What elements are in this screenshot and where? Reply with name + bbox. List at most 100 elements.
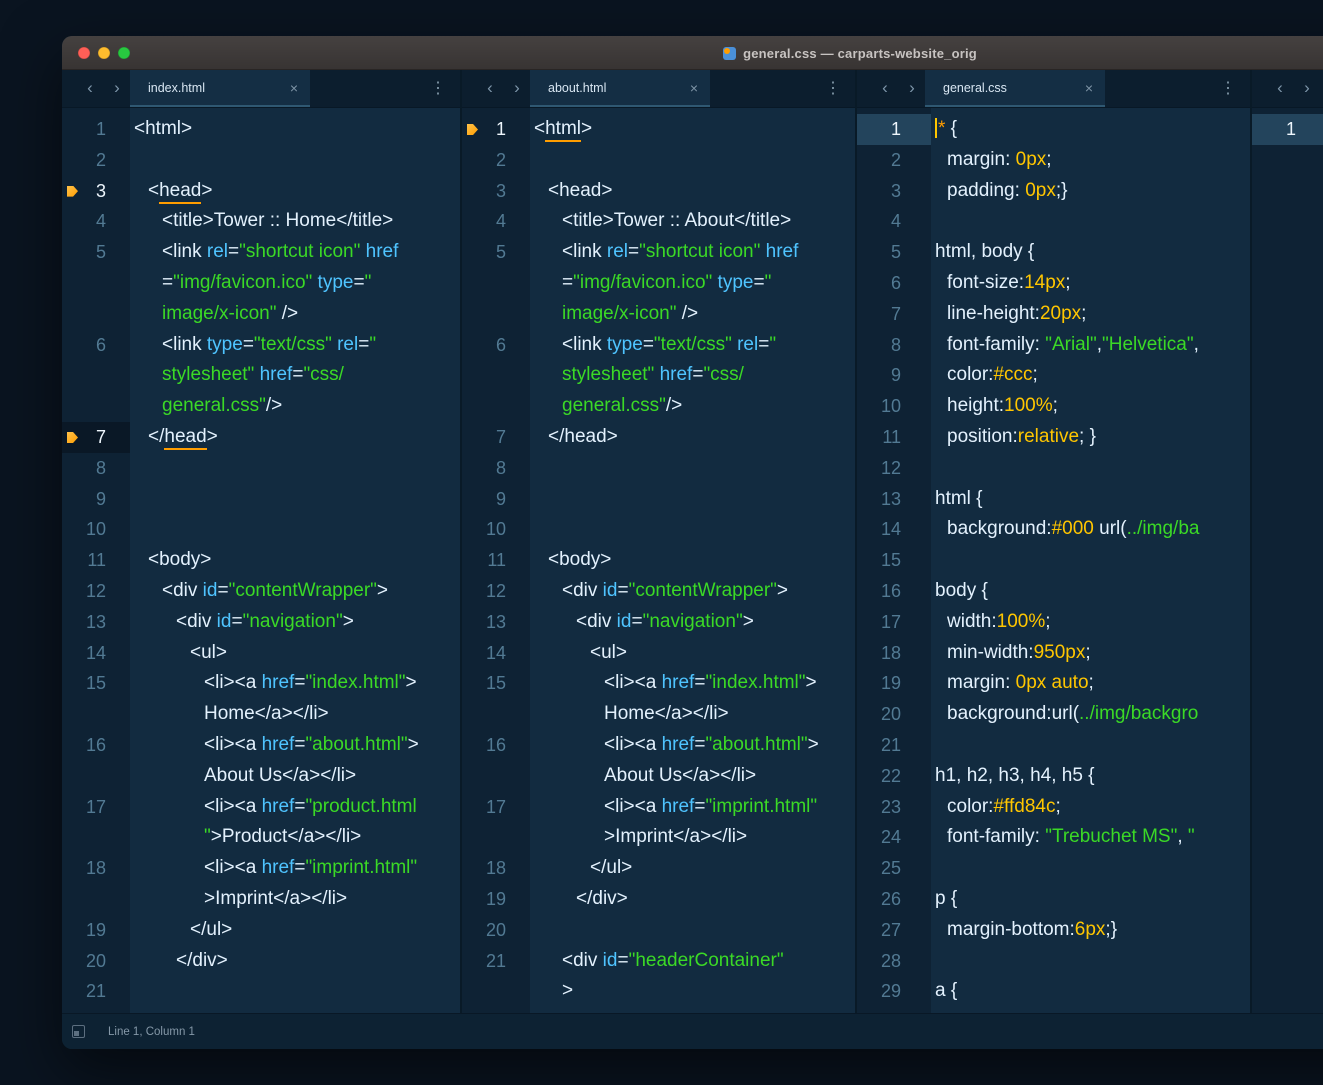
code-text[interactable]: * { <box>931 114 1250 145</box>
tab-close-icon[interactable]: × <box>684 80 698 96</box>
line-number[interactable]: 15 <box>86 668 106 730</box>
code-row[interactable]: <body> <box>148 545 460 576</box>
code-text[interactable]: <title>Tower :: About</title> <box>530 206 855 237</box>
code-row[interactable]: ="img/favicon.ico" type=" <box>162 268 460 299</box>
gutter-cell[interactable]: 12 <box>62 576 130 607</box>
titlebar[interactable]: general.css — carparts-website_orig <box>62 36 1323 70</box>
gutter-cell[interactable]: 15 <box>462 668 530 730</box>
gutter-cell[interactable]: 10 <box>62 514 130 545</box>
code-row[interactable]: <link type="text/css" rel=" <box>562 330 855 361</box>
gutter-cell[interactable]: 1 <box>62 114 130 145</box>
gutter-cell[interactable]: 27 <box>857 915 931 946</box>
code-row[interactable]: color:#ccc; <box>947 360 1250 391</box>
gutter-cell[interactable]: 3 <box>857 176 931 207</box>
code-text[interactable] <box>530 484 855 515</box>
code-row[interactable] <box>935 206 1250 237</box>
gutter-cell[interactable]: 2 <box>462 145 530 176</box>
gutter-cell[interactable]: 21 <box>462 946 530 1008</box>
code-text[interactable]: <li><a href="imprint.html">Imprint</a></… <box>130 853 460 915</box>
line-number[interactable]: 19 <box>881 668 901 699</box>
panel-toggle-icon[interactable] <box>72 1025 85 1038</box>
code-text[interactable] <box>530 453 855 484</box>
line-number[interactable]: 11 <box>487 545 506 576</box>
line-number[interactable]: 6 <box>891 268 901 299</box>
gutter-cell[interactable]: 28 <box>857 946 931 977</box>
code-row[interactable]: </head> <box>148 422 460 453</box>
code-row[interactable]: margin-bottom:6px;} <box>947 915 1250 946</box>
line-number[interactable]: 19 <box>86 915 106 946</box>
code-row[interactable]: stylesheet" href="css/ <box>162 360 460 391</box>
code-row[interactable] <box>534 915 855 946</box>
code-text[interactable]: <link rel="shortcut icon" href="img/favi… <box>130 237 460 329</box>
line-number[interactable]: 6 <box>496 330 506 422</box>
gutter-cell[interactable]: 21 <box>62 976 130 1007</box>
gutter-cell[interactable]: 13 <box>62 607 130 638</box>
code-row[interactable]: <li><a href="about.html"> <box>604 730 855 761</box>
gutter-cell[interactable]: 19 <box>62 915 130 946</box>
gutter-cell[interactable]: 17 <box>857 607 931 638</box>
code-row[interactable]: width:100%; <box>947 607 1250 638</box>
line-number[interactable]: 14 <box>881 514 901 545</box>
gutter-cell[interactable]: 16 <box>62 730 130 792</box>
gutter-cell[interactable]: 5 <box>857 237 931 268</box>
gutter-cell[interactable]: 13 <box>462 607 530 638</box>
code-row[interactable] <box>935 853 1250 884</box>
line-number[interactable]: 29 <box>881 976 901 1007</box>
pane-menu-icon[interactable]: ⋮ <box>825 70 841 107</box>
gutter-cell[interactable]: 15 <box>62 668 130 730</box>
line-number[interactable]: 9 <box>891 360 901 391</box>
code-row[interactable]: >Imprint</a></li> <box>204 884 460 915</box>
code-row[interactable]: > <box>562 976 855 1007</box>
line-number[interactable]: 18 <box>86 853 106 915</box>
line-number[interactable]: 12 <box>86 576 106 607</box>
code-row[interactable]: </div> <box>176 946 460 977</box>
code-text[interactable]: min-width:950px; <box>931 638 1250 669</box>
code-row[interactable] <box>935 730 1250 761</box>
gutter-cell[interactable]: 18 <box>62 853 130 915</box>
gutter-cell[interactable]: 5 <box>62 237 130 329</box>
code-row[interactable]: ="img/favicon.ico" type=" <box>562 268 855 299</box>
code-text[interactable] <box>530 915 855 946</box>
tab-close-icon[interactable]: × <box>1079 80 1093 96</box>
code-text[interactable] <box>931 853 1250 884</box>
code-text[interactable]: <head> <box>130 176 460 207</box>
line-number[interactable]: 8 <box>496 453 506 484</box>
code-row[interactable]: height:100%; <box>947 391 1250 422</box>
editor-pane[interactable]: 1 <box>1252 108 1323 1013</box>
line-number[interactable]: 27 <box>881 915 901 946</box>
code-text[interactable]: </ul> <box>130 915 460 946</box>
gutter-cell[interactable]: 7 <box>462 422 530 453</box>
line-number[interactable]: 17 <box>86 792 106 854</box>
line-number[interactable]: 24 <box>881 822 901 853</box>
gutter-cell[interactable]: 5 <box>462 237 530 329</box>
line-number[interactable]: 7 <box>96 422 106 453</box>
line-number[interactable]: 3 <box>96 176 106 207</box>
line-number[interactable]: 2 <box>891 145 901 176</box>
line-number[interactable]: 16 <box>486 730 506 792</box>
line-number[interactable]: 4 <box>496 206 506 237</box>
code-row[interactable] <box>935 545 1250 576</box>
code-row[interactable]: html { <box>935 484 1250 515</box>
editor-pane[interactable]: 1* {2margin: 0px;3padding: 0px;}45html, … <box>857 108 1250 1013</box>
code-row[interactable]: * { <box>935 114 1250 145</box>
code-text[interactable] <box>130 145 460 176</box>
code-text[interactable] <box>931 545 1250 576</box>
gutter-cell[interactable]: 2 <box>62 145 130 176</box>
pane-menu-icon[interactable]: ⋮ <box>1220 70 1236 107</box>
gutter-cell[interactable]: 26 <box>857 884 931 915</box>
code-text[interactable]: <link type="text/css" rel="stylesheet" h… <box>130 330 460 422</box>
code-row[interactable]: <li><a href="about.html"> <box>204 730 460 761</box>
code-text[interactable]: font-size:14px; <box>931 268 1250 299</box>
gutter-cell[interactable]: 4 <box>462 206 530 237</box>
code-text[interactable]: <title>Tower :: Home</title> <box>130 206 460 237</box>
line-number[interactable]: 15 <box>486 668 506 730</box>
code-text[interactable]: line-height:20px; <box>931 299 1250 330</box>
line-number[interactable]: 4 <box>891 206 901 237</box>
pane-menu-icon[interactable]: ⋮ <box>430 70 446 107</box>
gutter-cell[interactable]: 15 <box>857 545 931 576</box>
gutter-cell[interactable]: 1 <box>462 114 530 145</box>
tab-index-html[interactable]: index.html × <box>130 70 310 107</box>
code-row[interactable]: </div> <box>576 884 855 915</box>
gutter-cell[interactable]: 7 <box>62 422 130 453</box>
gutter-cell[interactable]: 16 <box>462 730 530 792</box>
